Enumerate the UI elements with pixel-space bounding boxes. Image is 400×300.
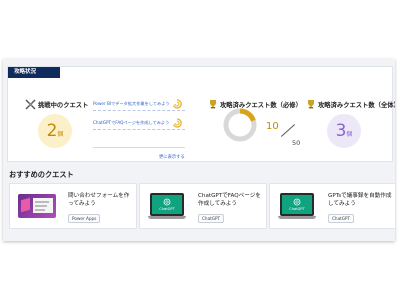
- crossed-swords-icon: [25, 99, 36, 110]
- trophy-icon: [308, 100, 314, 109]
- chatgpt-laptop-thumbnail: ChatGPT: [278, 191, 316, 221]
- power-apps-thumbnail: [18, 191, 56, 221]
- show-more-link[interactable]: 更に表示する: [159, 154, 185, 160]
- card-title: GPTsで議事録を自動作成してみよう: [328, 193, 392, 207]
- in-progress-status-icon: [172, 118, 182, 128]
- card-tag: Power Apps: [68, 214, 101, 223]
- recommended-card[interactable]: ChatGPT GPTsで議事録を自動作成してみよう ChatGPT: [269, 183, 395, 229]
- required-total-count: 50: [292, 139, 301, 147]
- recommended-card[interactable]: 問い合わせフォームを作ってみよう Power Apps: [9, 183, 137, 229]
- all-unit: 個: [346, 131, 353, 138]
- trophy-icon: [210, 100, 216, 109]
- required-done-count: 10: [266, 121, 279, 132]
- required-progress-donut: [223, 108, 257, 142]
- slash-divider: [280, 124, 296, 137]
- recommended-card[interactable]: ChatGPT ChatGPTでFAQページを作成してみよう ChatGPT: [139, 183, 267, 229]
- card-tag: ChatGPT: [328, 214, 355, 223]
- status-panel: 攻略状況 挑戦中のクエスト 2個 Power BIでデータ拡大作業をしてみよう …: [7, 66, 395, 162]
- chatgpt-logo-icon: [163, 198, 171, 206]
- card-title: ChatGPTでFAQページを作成してみよう: [198, 193, 261, 207]
- recommended-title: おすすめのクエスト: [9, 170, 74, 179]
- in-progress-unit: 個: [57, 131, 64, 138]
- status-tab: 攻略状況: [8, 67, 60, 78]
- in-progress-count: 2: [46, 121, 58, 141]
- chatgpt-logo-icon: [293, 198, 301, 206]
- card-tag: ChatGPT: [198, 214, 225, 223]
- all-count: 3: [335, 121, 347, 141]
- card-title: 問い合わせフォームを作ってみよう: [68, 193, 130, 207]
- in-progress-status-icon: [172, 99, 182, 109]
- in-progress-count-badge: 2個: [38, 114, 72, 148]
- laptop-screen-text: ChatGPT: [159, 207, 175, 211]
- chatgpt-laptop-thumbnail: ChatGPT: [148, 191, 186, 221]
- divider: [93, 147, 185, 148]
- dashboard-frame: 攻略状況 挑戦中のクエスト 2個 Power BIでデータ拡大作業をしてみよう …: [3, 59, 395, 241]
- all-title: 攻略済みクエスト数（全体）: [318, 102, 395, 109]
- in-progress-title: 挑戦中のクエスト: [38, 102, 89, 109]
- laptop-screen-text: ChatGPT: [289, 207, 305, 211]
- all-count-badge: 3個: [327, 114, 361, 148]
